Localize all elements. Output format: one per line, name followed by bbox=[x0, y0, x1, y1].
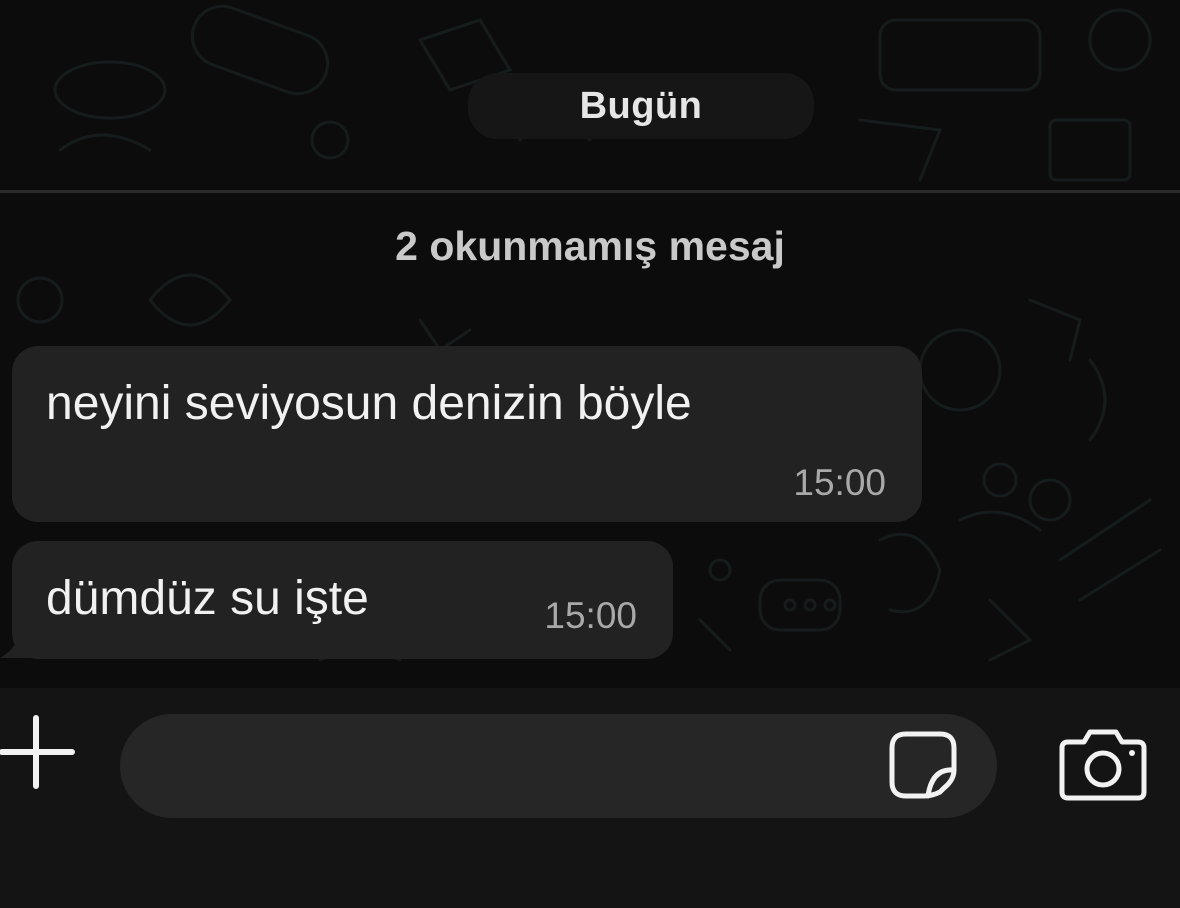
message-text: neyini seviyosun denizin böyle bbox=[46, 377, 692, 430]
plus-icon[interactable] bbox=[0, 714, 76, 790]
message-timestamp: 15:00 bbox=[793, 462, 886, 503]
unread-messages-banner: 2 okunmamış mesaj bbox=[395, 222, 785, 269]
message-bubble[interactable]: neyini seviyosun denizin böyle 15:00 bbox=[12, 346, 922, 522]
message-bubble[interactable]: dümdüz su işte 15:00 bbox=[12, 541, 673, 659]
message-input[interactable] bbox=[120, 714, 997, 818]
message-text: dümdüz su işte bbox=[46, 572, 369, 625]
date-chip: Bugün bbox=[468, 73, 814, 139]
sticker-icon[interactable] bbox=[888, 730, 958, 800]
message-timestamp: 15:00 bbox=[544, 595, 637, 636]
message-composer bbox=[0, 688, 1180, 908]
header-divider bbox=[0, 190, 1180, 193]
chat-screen: Bugün 2 okunmamış mesaj neyini seviyosun… bbox=[0, 0, 1180, 908]
camera-icon[interactable] bbox=[1058, 726, 1148, 802]
